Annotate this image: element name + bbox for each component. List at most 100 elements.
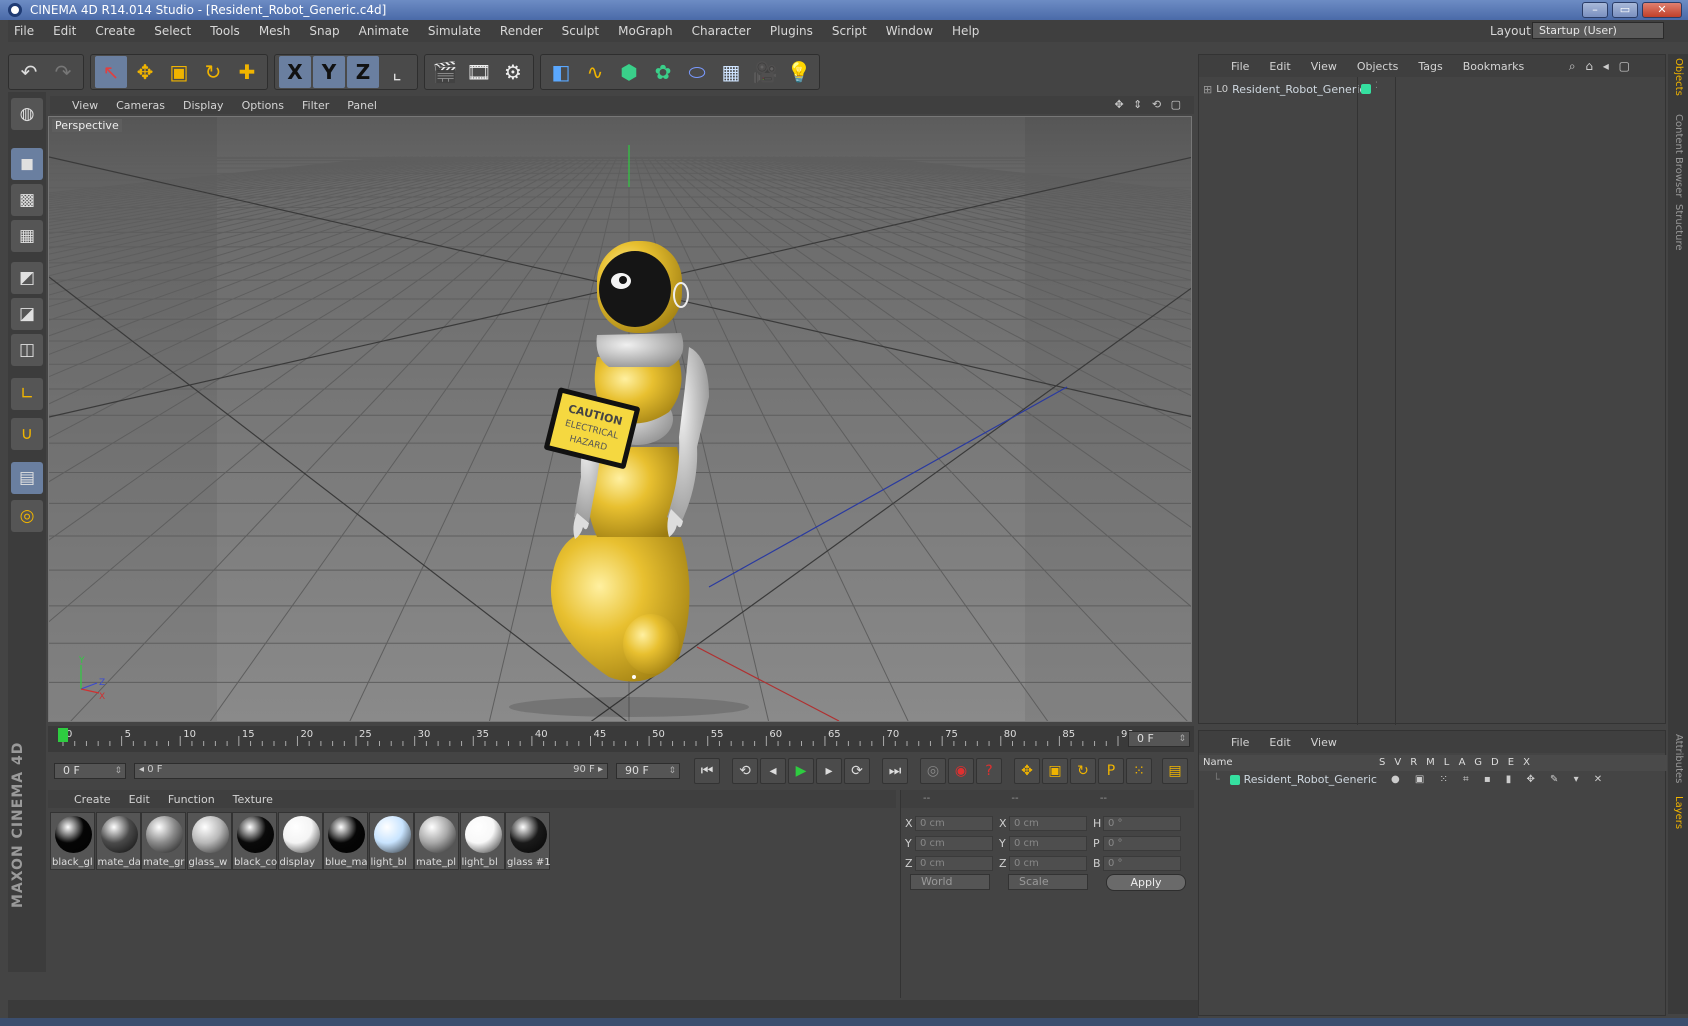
layer-flag-column[interactable]: V [1394,757,1410,768]
x-axis-lock-icon[interactable]: X [279,56,311,88]
key-parameter-icon[interactable]: P [1098,758,1124,784]
key-position-icon[interactable]: ✥ [1014,758,1040,784]
close-button[interactable]: ✕ [1642,2,1682,18]
next-key-icon[interactable]: ⟳ [844,758,870,784]
layer-flag-column[interactable]: M [1426,757,1444,768]
rotation-p-field[interactable]: 0 ° [1103,835,1181,851]
layers-menu-file[interactable]: File [1231,736,1249,749]
viewport-navigation-icons[interactable]: ✥ ⇕ ⟲ ▢ [1114,98,1184,111]
layer-row-resident-robot[interactable]: └ Resident_Robot_Generic ● ▣ ⁙ ⌗ ▪ ▮ ✥ ✎… [1213,773,1608,786]
light-bulb-icon[interactable]: 💡 [783,56,815,88]
viewport-menu-panel[interactable]: Panel [347,99,377,112]
points-mode-icon[interactable]: ◩ [11,262,43,294]
coordinate-system-icon[interactable]: ⌞ [381,56,413,88]
redo-icon[interactable]: ↷ [47,56,79,88]
material-swatch[interactable]: glass #1 [505,812,550,870]
go-to-end-icon[interactable]: ⏭ [882,758,908,784]
scale-icon[interactable]: ▣ [163,56,195,88]
layer-flag-column[interactable]: D [1491,757,1508,768]
deformer-icon[interactable]: ⬭ [681,56,713,88]
layer-flag-toggles[interactable]: ● ▣ ⁙ ⌗ ▪ ▮ ✥ ✎ ▾ ✕ [1391,774,1608,785]
tab-layers[interactable]: Layers [1673,796,1684,829]
move-icon[interactable]: ✥ [129,56,161,88]
rotation-b-field[interactable]: 0 ° [1103,855,1181,871]
menu-script[interactable]: Script [832,24,867,38]
layer-flag-column[interactable]: S [1379,757,1394,768]
expand-icon[interactable]: ⊞ [1203,83,1212,96]
rotation-h-field[interactable]: 0 ° [1103,815,1181,831]
material-menu-function[interactable]: Function [168,793,215,806]
render-view-icon[interactable]: 🎬 [429,56,461,88]
end-frame-field[interactable]: 90 F [616,763,680,779]
timeline-ruler[interactable]: 051015202530354045505560657075808590 0 F [48,726,1194,752]
perspective-viewport[interactable]: CAUTION ELECTRICAL HAZARD Y Z X Perspect… [48,116,1192,722]
texture-mode-icon[interactable]: ▩ [11,184,43,216]
cube-primitive-icon[interactable]: ◧ [545,56,577,88]
menu-plugins[interactable]: Plugins [770,24,813,38]
menu-render[interactable]: Render [500,24,543,38]
menu-help[interactable]: Help [952,24,979,38]
material-swatch[interactable]: mate_da [95,812,141,870]
material-menu-create[interactable]: Create [74,793,111,806]
material-menu-edit[interactable]: Edit [129,793,150,806]
next-frame-icon[interactable]: ▸ [816,758,842,784]
current-frame-field[interactable]: 0 F [1128,731,1190,747]
camera-icon[interactable]: 🎥 [749,56,781,88]
viewport-menu-cameras[interactable]: Cameras [116,99,165,112]
sculpt-mode-icon[interactable]: ◍ [11,98,43,130]
menu-mesh[interactable]: Mesh [259,24,291,38]
menu-tools[interactable]: Tools [210,24,240,38]
tab-content-browser[interactable]: Content Browser [1673,114,1684,197]
key-rotation-icon[interactable]: ↻ [1070,758,1096,784]
minimize-button[interactable]: – [1582,2,1608,18]
playhead-marker[interactable] [58,728,68,742]
material-swatch[interactable]: display [277,812,323,870]
add-tool-icon[interactable]: ✚ [231,56,263,88]
menu-edit[interactable]: Edit [53,24,76,38]
viewport-menu-options[interactable]: Options [242,99,284,112]
menu-character[interactable]: Character [692,24,751,38]
material-swatch[interactable]: black_gl [50,812,95,870]
tab-attributes[interactable]: Attributes [1673,734,1684,783]
viewport-menu-filter[interactable]: Filter [302,99,329,112]
menu-select[interactable]: Select [154,24,191,38]
object-name[interactable]: Resident_Robot_Generic [1232,83,1365,96]
model-mode-icon[interactable]: ◼ [11,148,43,180]
objects-menu-edit[interactable]: Edit [1269,60,1290,73]
array-icon[interactable]: ✿ [647,56,679,88]
position-z-field[interactable]: 0 cm [915,855,993,871]
menu-file[interactable]: File [14,24,34,38]
objects-menu-tags[interactable]: Tags [1418,60,1442,73]
layers-menu-edit[interactable]: Edit [1269,736,1290,749]
tab-objects[interactable]: Objects [1673,58,1684,96]
autokeying-icon[interactable]: ◉ [948,758,974,784]
visibility-dots-icon[interactable]: ⁚ [1375,81,1378,91]
layer-flag-column[interactable]: X [1523,757,1539,768]
material-swatch[interactable]: glass_w [186,812,232,870]
render-picture-viewer-icon[interactable]: 🎞 [463,56,495,88]
frame-range-slider[interactable]: ◂ 0 F 90 F ▸ [134,763,608,779]
layers-menu-view[interactable]: View [1311,736,1337,749]
menu-animate[interactable]: Animate [359,24,409,38]
previous-frame-icon[interactable]: ◂ [760,758,786,784]
tab-structure[interactable]: Structure [1673,204,1684,251]
size-z-field[interactable]: 0 cm [1009,855,1087,871]
live-selection-icon[interactable]: ↖ [95,56,127,88]
start-frame-field[interactable]: 0 F [54,763,126,779]
apply-button[interactable]: Apply [1106,874,1186,891]
timeline-icon[interactable]: ▤ [1162,758,1188,784]
menu-create[interactable]: Create [95,24,135,38]
position-y-field[interactable]: 0 cm [915,835,993,851]
workplane-lock-icon[interactable]: ▤ [11,462,43,494]
material-menu-texture[interactable]: Texture [233,793,273,806]
key-scale-icon[interactable]: ▣ [1042,758,1068,784]
layer-flag-column[interactable]: A [1459,757,1475,768]
menu-sculpt[interactable]: Sculpt [562,24,599,38]
material-swatch[interactable]: black_co [232,812,277,870]
layer-flag-column[interactable]: L [1444,757,1459,768]
go-to-start-icon[interactable]: ⏮ [694,758,720,784]
magnet-snap-icon[interactable]: ∪ [11,418,43,450]
material-swatch[interactable]: light_bl [459,812,505,870]
material-swatch[interactable]: mate_gr [141,812,186,870]
objects-menu-file[interactable]: File [1231,60,1249,73]
